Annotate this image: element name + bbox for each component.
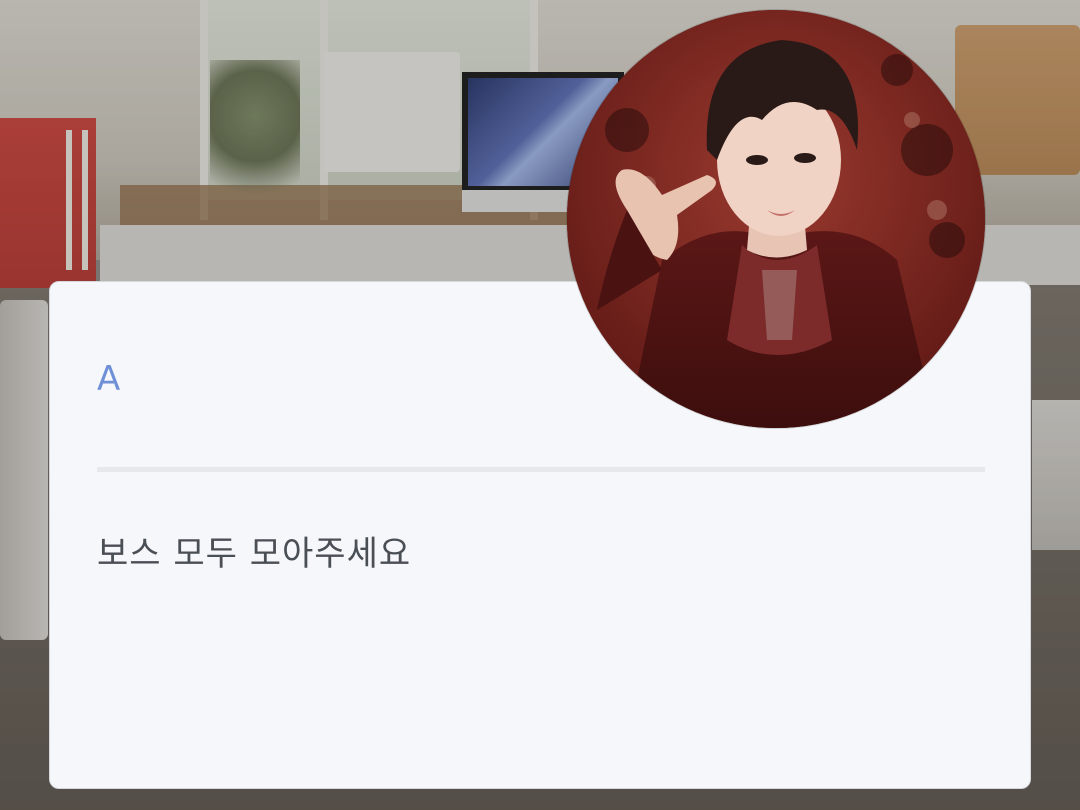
dialogue-text: 보스 모두 모아주세요 [97, 534, 412, 574]
divider [97, 467, 985, 472]
speaker-name: A [97, 359, 121, 399]
character-portrait-icon [567, 10, 985, 428]
game-screen: A 보스 모두 모아주세요 [0, 0, 1080, 810]
